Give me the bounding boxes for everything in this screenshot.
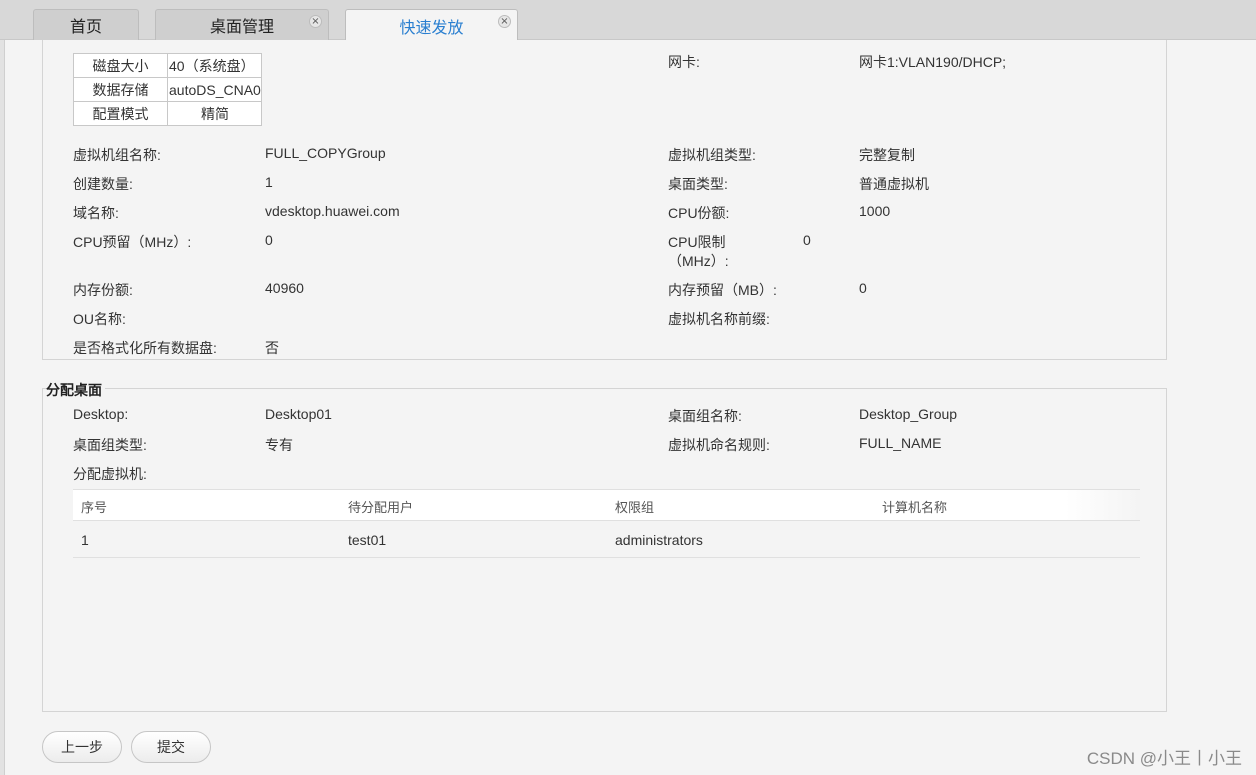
desktop-label: Desktop: xyxy=(73,406,129,422)
desktop-group-type-value: 专有 xyxy=(265,437,293,453)
close-icon[interactable]: × xyxy=(309,15,322,28)
tab-quick-provision-label: 快速发放 xyxy=(399,19,464,37)
memory-reserve-value: 0 xyxy=(859,280,867,296)
table-row: 配置模式 精简 xyxy=(73,101,262,126)
desktop-group-name-label: 桌面组名称: xyxy=(668,408,742,424)
vm-naming-rule-value: FULL_NAME xyxy=(859,435,942,451)
vm-naming-rule-label: 虚拟机命名规则: xyxy=(668,437,770,453)
disk-size-label: 磁盘大小 xyxy=(73,53,168,78)
table-row: 磁盘大小 40（系统盘） xyxy=(73,53,262,78)
cell-permission-group: administrators xyxy=(615,532,703,548)
cpu-reserve-value: 0 xyxy=(265,232,273,248)
cpu-share-value: 1000 xyxy=(859,203,891,219)
vm-group-type-value: 完整复制 xyxy=(859,147,915,163)
vm-group-name-value: FULL_COPYGroup xyxy=(265,145,386,161)
cpu-limit-value: 0 xyxy=(803,232,811,248)
tab-home[interactable]: 首页 xyxy=(33,9,139,40)
table-row[interactable]: 1 test01 administrators xyxy=(73,521,1140,558)
tab-bar: 首页 桌面管理 × 快速发放 × xyxy=(0,0,1256,41)
submit-button[interactable]: 提交 xyxy=(131,731,211,763)
column-header-index[interactable]: 序号 xyxy=(81,497,107,516)
vm-group-type-label: 虚拟机组类型: xyxy=(668,147,756,163)
column-header-user[interactable]: 待分配用户 xyxy=(348,497,413,516)
format-data-disks-value: 否 xyxy=(265,340,279,356)
disk-config-table: 磁盘大小 40（系统盘） 数据存储 autoDS_CNA01 配置模式 精简 xyxy=(73,53,262,126)
tab-desktop-management[interactable]: 桌面管理 × xyxy=(155,9,329,40)
desktop-value: Desktop01 xyxy=(265,406,332,422)
previous-step-button[interactable]: 上一步 xyxy=(42,731,122,763)
format-data-disks-label: 是否格式化所有数据盘: xyxy=(73,340,217,356)
datastore-label: 数据存储 xyxy=(73,77,168,102)
assign-vm-label: 分配虚拟机: xyxy=(73,466,147,482)
cell-user: test01 xyxy=(348,532,387,548)
vm-group-name-label: 虚拟机组名称: xyxy=(73,147,161,163)
memory-share-value: 40960 xyxy=(265,280,304,296)
desktop-group-type-label: 桌面组类型: xyxy=(73,437,147,453)
create-count-label: 创建数量: xyxy=(73,176,133,192)
table-header: 序号 待分配用户 权限组 计算机名称 xyxy=(73,490,1140,521)
left-border xyxy=(0,40,5,775)
desktop-type-value: 普通虚拟机 xyxy=(859,176,929,192)
tab-desktop-management-label: 桌面管理 xyxy=(209,19,274,36)
desktop-type-label: 桌面类型: xyxy=(668,176,728,192)
section-title-assign-desktop: 分配桌面 xyxy=(46,380,105,400)
column-header-computer-name[interactable]: 计算机名称 xyxy=(882,497,947,516)
close-icon[interactable]: × xyxy=(498,15,511,28)
cpu-limit-label: CPU限制 xyxy=(668,234,726,250)
watermark: CSDN @小王丨小王 xyxy=(1086,749,1242,768)
disk-size-value: 40（系统盘） xyxy=(167,53,262,78)
cpu-reserve-label: CPU预留（MHz）: xyxy=(73,234,192,250)
domain-value: vdesktop.huawei.com xyxy=(265,203,400,219)
nic-label: 网卡: xyxy=(668,54,700,70)
provision-mode-value: 精简 xyxy=(167,101,262,126)
table-row: 数据存储 autoDS_CNA01 xyxy=(73,77,262,102)
column-header-permission-group[interactable]: 权限组 xyxy=(615,497,654,516)
ou-name-label: OU名称: xyxy=(73,311,126,327)
create-count-value: 1 xyxy=(265,174,273,190)
assignment-table: 序号 待分配用户 权限组 计算机名称 1 test01 administrato… xyxy=(73,489,1140,558)
vm-name-prefix-label: 虚拟机名称前缀: xyxy=(668,311,770,327)
desktop-group-name-value: Desktop_Group xyxy=(859,406,958,422)
tab-home-label: 首页 xyxy=(69,19,102,36)
domain-label: 域名称: xyxy=(73,205,119,221)
memory-share-label: 内存份额: xyxy=(73,282,133,298)
cpu-share-label: CPU份额: xyxy=(668,205,730,221)
datastore-value: autoDS_CNA01 xyxy=(167,77,262,102)
nic-value: 网卡1:VLAN190/DHCP; xyxy=(859,54,1007,70)
cpu-limit-unit-label: （MHz）: xyxy=(668,253,729,269)
cell-index: 1 xyxy=(81,532,89,548)
tab-quick-provision[interactable]: 快速发放 × xyxy=(345,9,518,41)
provision-mode-label: 配置模式 xyxy=(73,101,168,126)
memory-reserve-label: 内存预留（MB）: xyxy=(668,282,777,298)
